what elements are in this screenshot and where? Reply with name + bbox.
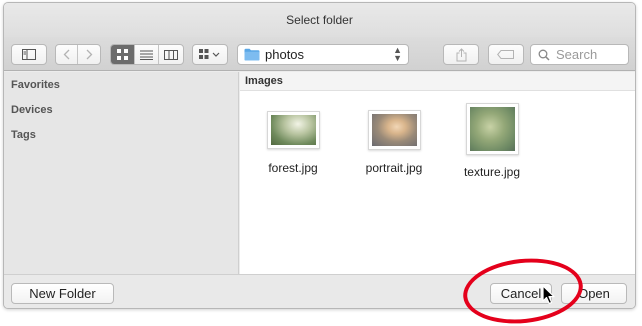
folder-icon xyxy=(244,48,260,61)
column-view-icon xyxy=(164,49,178,60)
cursor-icon xyxy=(542,285,555,305)
history-nav xyxy=(55,44,101,65)
column-view-button[interactable] xyxy=(159,45,183,64)
arrange-icon xyxy=(199,49,220,59)
file-browser: Images forest.jpg portrait.jpg texture.j… xyxy=(240,72,635,274)
view-mode-control xyxy=(110,44,184,65)
list-view-button[interactable] xyxy=(135,45,159,64)
tag-button[interactable] xyxy=(488,44,524,65)
search-input[interactable]: Search xyxy=(530,44,629,65)
sidebar: Favorites Devices Tags xyxy=(4,72,239,274)
list-view-icon xyxy=(140,50,153,60)
arrange-button[interactable] xyxy=(192,44,228,65)
location-label: photos xyxy=(265,47,305,62)
sidebar-section-tags[interactable]: Tags xyxy=(11,129,36,141)
sidebar-section-favorites[interactable]: Favorites xyxy=(11,79,60,91)
chevron-updown-icon: ▲ ▼ xyxy=(393,45,402,63)
file-thumbnail xyxy=(266,111,320,149)
sidebar-section-devices[interactable]: Devices xyxy=(11,104,53,116)
back-icon xyxy=(63,49,70,60)
back-button[interactable] xyxy=(56,45,78,64)
file-name: portrait.jpg xyxy=(365,161,423,175)
search-icon xyxy=(538,49,550,61)
file-item-forest[interactable]: forest.jpg xyxy=(243,109,343,175)
file-name: texture.jpg xyxy=(463,165,521,179)
icon-view-icon xyxy=(117,49,128,60)
icon-view-button[interactable] xyxy=(111,45,135,64)
file-item-portrait[interactable]: portrait.jpg xyxy=(344,109,444,175)
forward-icon xyxy=(86,49,92,60)
toolbar: photos ▲ ▼ Search xyxy=(4,37,635,71)
search-placeholder: Search xyxy=(556,47,598,62)
file-name: forest.jpg xyxy=(268,161,318,175)
file-thumbnail xyxy=(465,103,519,155)
dialog-title: Select folder xyxy=(4,3,635,37)
new-folder-button[interactable]: New Folder xyxy=(11,283,114,304)
sidebar-toggle-button[interactable] xyxy=(11,44,47,65)
share-button[interactable] xyxy=(443,44,479,65)
share-icon xyxy=(456,47,466,61)
tag-icon xyxy=(497,50,514,59)
location-popup[interactable]: photos ▲ ▼ xyxy=(237,44,409,65)
forward-button[interactable] xyxy=(78,45,100,64)
sidebar-toggle-icon xyxy=(22,49,36,60)
column-header: Images xyxy=(240,72,635,91)
file-item-texture[interactable]: texture.jpg xyxy=(442,103,542,179)
file-thumbnail xyxy=(367,110,421,150)
